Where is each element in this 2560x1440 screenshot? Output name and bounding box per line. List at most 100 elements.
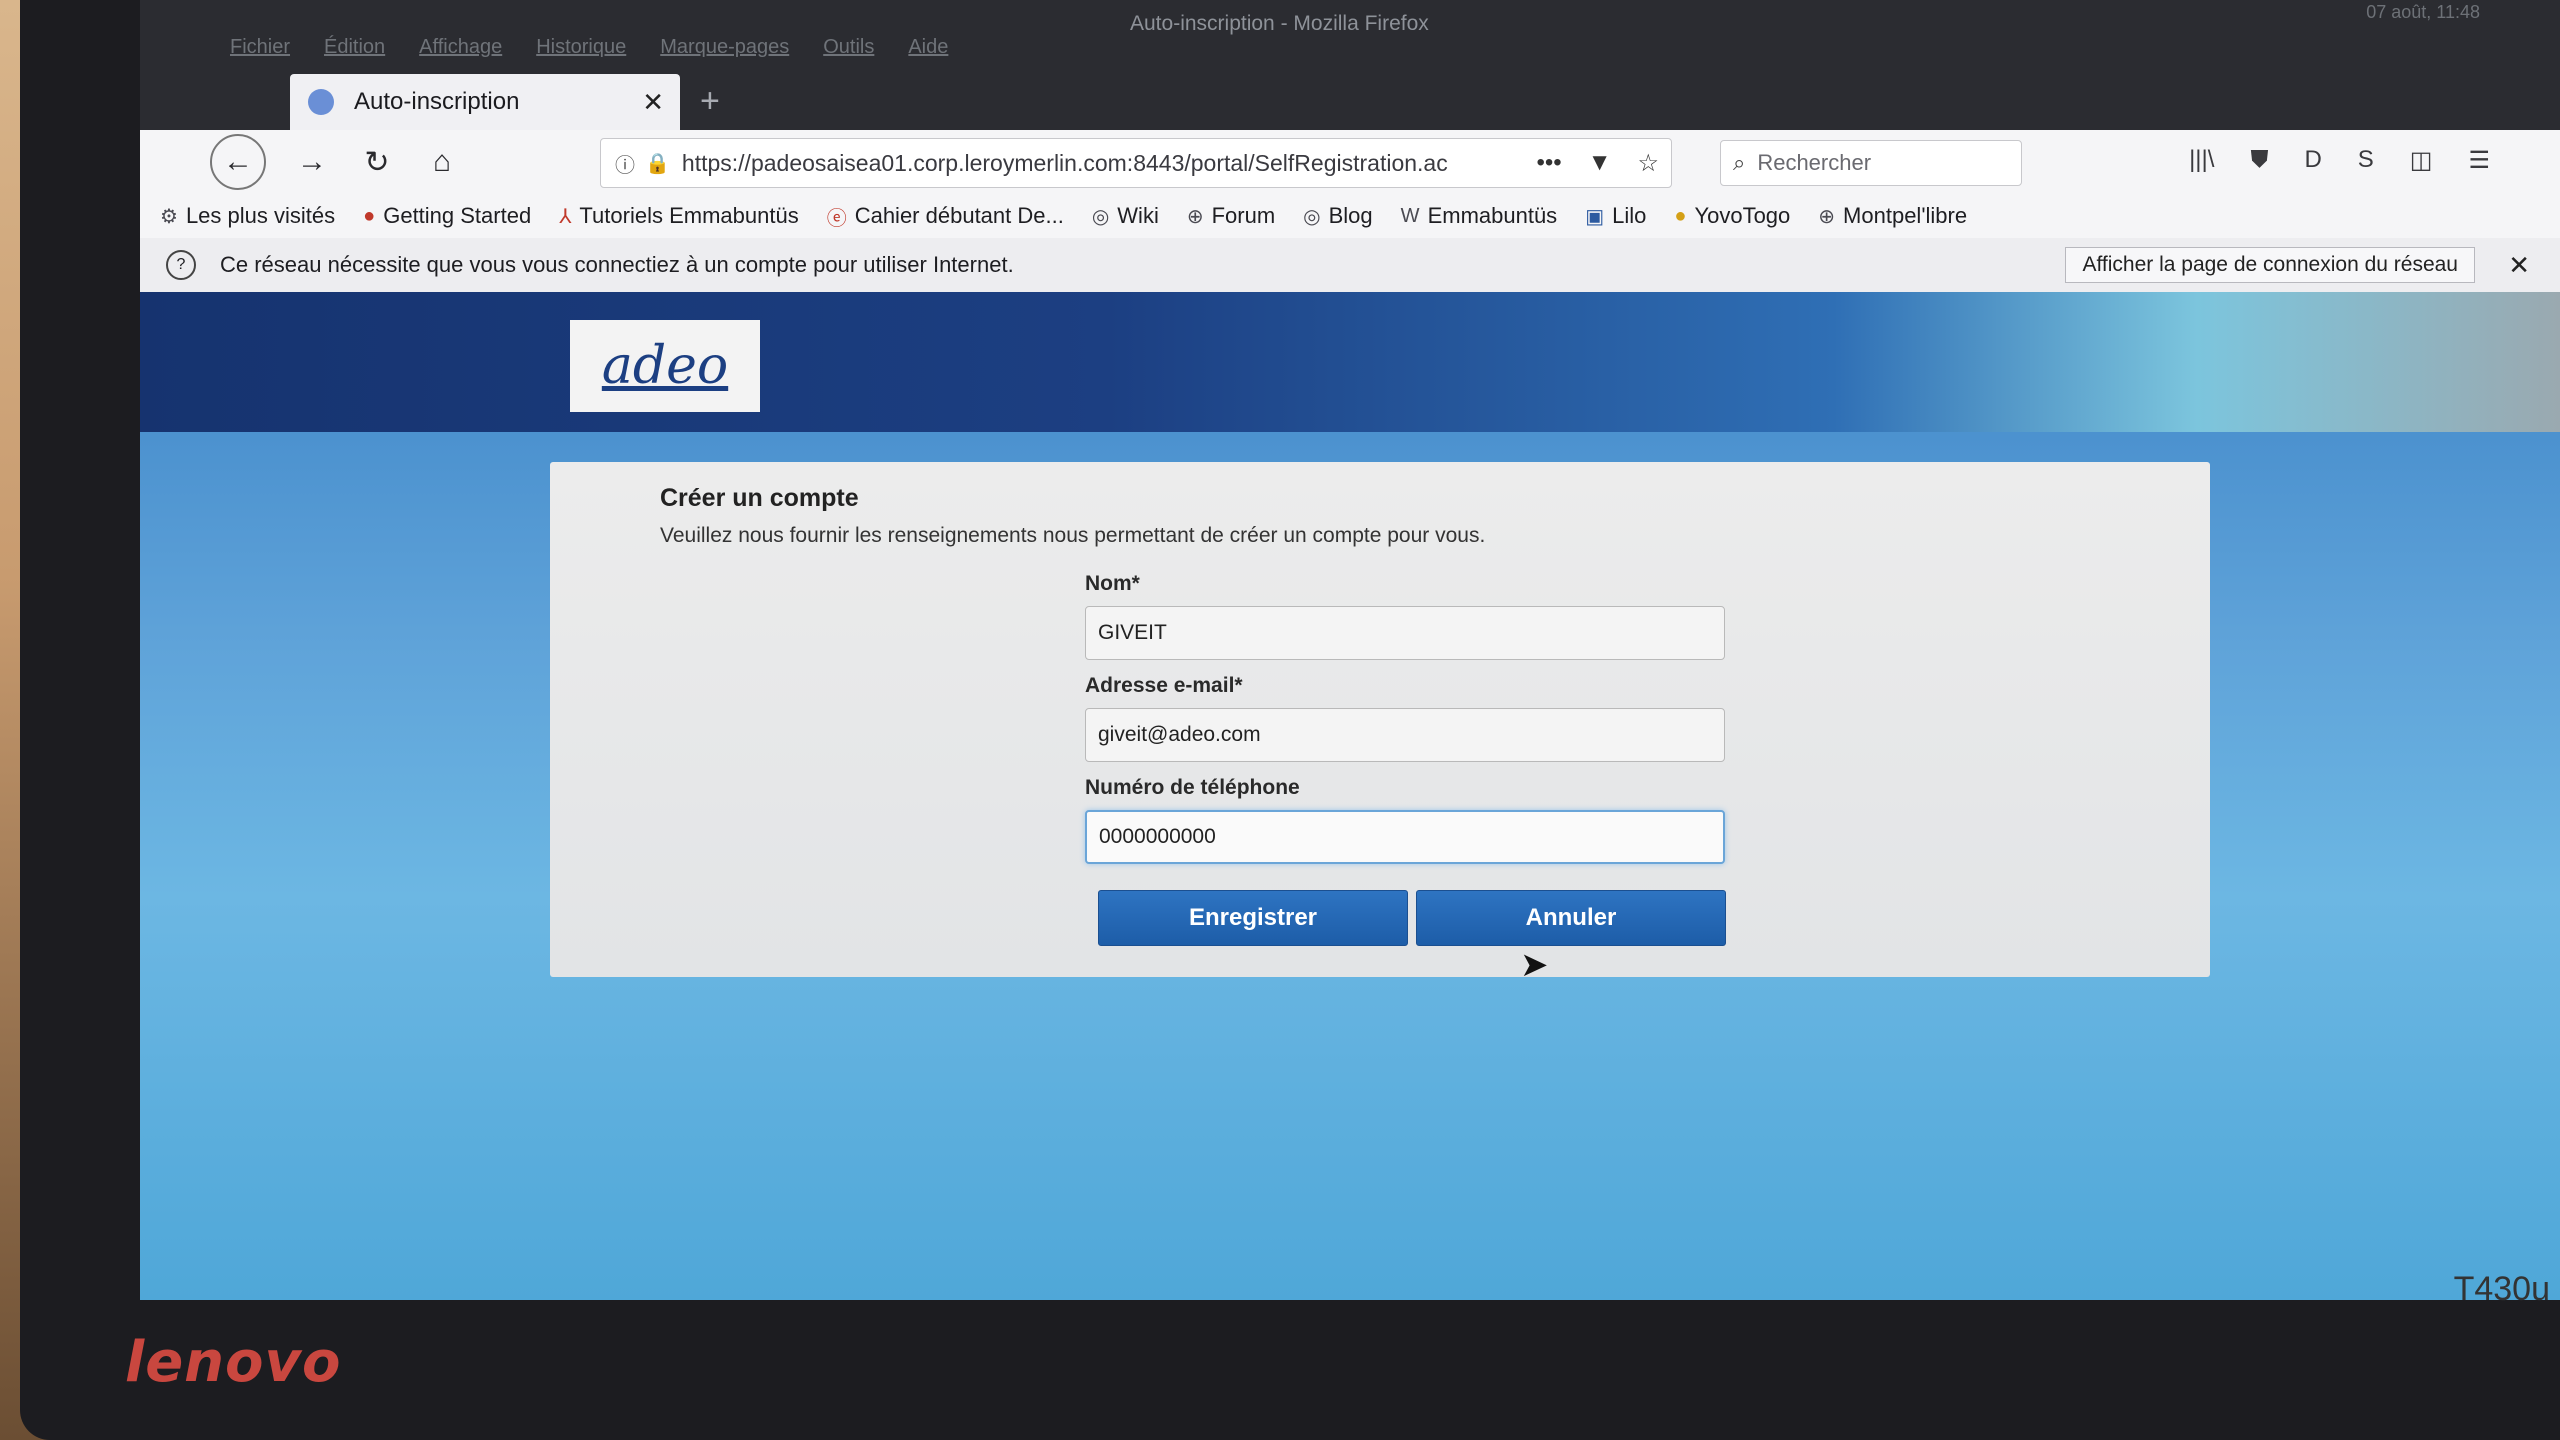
- menu-item-edition[interactable]: Édition: [324, 36, 385, 59]
- blog-icon: ◎: [1303, 205, 1321, 228]
- annuler-button[interactable]: Annuler: [1416, 890, 1726, 946]
- globe-icon: ⊕: [1818, 205, 1836, 228]
- menu-item-fichier[interactable]: Fichier: [230, 36, 290, 59]
- sidebar-icon[interactable]: ◫: [2410, 146, 2433, 175]
- mouse-cursor-icon: ➤: [1520, 946, 1549, 984]
- tab-label: Auto-inscription: [354, 88, 520, 115]
- bookmark-tutoriels[interactable]: ⅄ Tutoriels Emmabuntüs: [559, 203, 799, 229]
- notification-message: Ce réseau nécessite que vous vous connec…: [220, 252, 1014, 277]
- portal-page: adeo Créer un compte Veuillez nous fourn…: [140, 292, 2560, 1300]
- navigation-toolbar: ← → ↻ ⌂ ⓘ 🔒 https://padeosaisea01.corp.l…: [140, 130, 2560, 195]
- header-banner: adeo: [140, 292, 2560, 432]
- home-icon: ⌂: [432, 145, 452, 178]
- form-subtitle: Veuillez nous fournir les renseignements…: [660, 524, 1486, 547]
- bookmark-yovotogo[interactable]: ● YovoTogo: [1674, 203, 1790, 229]
- toolbar-icons: |||\ ⛊ D S ◫ ☰: [2189, 146, 2490, 175]
- firefox-icon: ●: [363, 204, 376, 227]
- question-icon: ?: [166, 250, 196, 280]
- menu-item-marque-pages[interactable]: Marque-pages: [660, 36, 789, 59]
- yovotogo-icon: ●: [1674, 204, 1687, 227]
- gear-icon: ⚙: [160, 205, 178, 228]
- bookmark-label: Lilo: [1612, 203, 1647, 228]
- arrow-left-icon: ←: [223, 145, 253, 178]
- close-icon[interactable]: ✕: [2508, 250, 2530, 281]
- w-icon: W: [1400, 204, 1420, 227]
- pocket-icon[interactable]: ▼: [1588, 149, 1612, 178]
- phone-label: Numéro de téléphone: [1085, 776, 1300, 799]
- captive-portal-notification: ? Ce réseau nécessite que vous vous conn…: [140, 238, 2560, 292]
- bookmark-lilo[interactable]: ▣ Lilo: [1585, 203, 1646, 229]
- window-title: Auto-inscription - Mozilla Firefox: [1130, 12, 1429, 35]
- bookmarks-bar: ⚙ Les plus visités ● Getting Started ⅄ Tuto…: [140, 194, 2560, 238]
- forward-button[interactable]: →: [290, 140, 334, 184]
- laptop-model-label: T430u: [2453, 1270, 2550, 1308]
- email-field[interactable]: [1085, 708, 1725, 762]
- wiki-icon: ◎: [1091, 205, 1110, 228]
- bookmark-label: Forum: [1211, 203, 1276, 228]
- bookmark-cahier-debutant[interactable]: ⓔ Cahier débutant De...: [827, 202, 1064, 231]
- adeo-logo: adeo: [570, 320, 760, 412]
- name-field[interactable]: [1085, 606, 1725, 660]
- url-actions: ••• ▼ ☆: [1537, 149, 1660, 178]
- bookmark-label: Getting Started: [383, 203, 532, 228]
- url-bar[interactable]: ⓘ 🔒 https://padeosaisea01.corp.leroymerl…: [600, 138, 1672, 188]
- info-icon[interactable]: ⓘ: [615, 149, 635, 178]
- search-placeholder: Rechercher: [1757, 150, 1872, 175]
- bookmark-forum[interactable]: ⊕ Forum: [1187, 203, 1275, 229]
- open-login-page-button[interactable]: Afficher la page de connexion du réseau: [2065, 247, 2475, 283]
- bookmark-label: Blog: [1328, 203, 1373, 228]
- url-text[interactable]: https://padeosaisea01.corp.leroymerlin.c…: [682, 150, 1448, 177]
- globe-icon: ⊕: [1186, 205, 1204, 228]
- bookmark-star-icon[interactable]: ☆: [1637, 149, 1659, 178]
- s-extension-icon[interactable]: S: [2358, 146, 2374, 175]
- search-input[interactable]: ⌕ Rechercher: [1720, 140, 2022, 186]
- system-clock: 07 août, 11:48: [2366, 2, 2480, 22]
- page-actions-icon[interactable]: •••: [1537, 149, 1562, 178]
- reload-button[interactable]: ↻: [355, 140, 399, 184]
- menu-item-affichage[interactable]: Affichage: [419, 36, 502, 59]
- bookmark-wiki[interactable]: ◎ Wiki: [1092, 203, 1159, 229]
- name-label: Nom*: [1085, 572, 1140, 595]
- bookmark-label: Emmabuntüs: [1427, 203, 1558, 228]
- tab-auto-inscription[interactable]: Auto-inscription ✕: [290, 74, 680, 130]
- bookmark-montpellibre[interactable]: ⊕ Montpel'libre: [1818, 203, 1967, 229]
- close-icon[interactable]: ✕: [642, 87, 664, 118]
- bookmark-label: Cahier débutant De...: [854, 203, 1064, 228]
- bookmark-label: Wiki: [1117, 203, 1159, 228]
- lilo-icon: ▣: [1585, 205, 1605, 228]
- bookmark-getting-started[interactable]: ● Getting Started: [363, 203, 531, 229]
- laptop-screen: Auto-inscription - Mozilla Firefox Fichi…: [140, 0, 2560, 1300]
- shield-icon[interactable]: ⛊: [2250, 146, 2268, 175]
- tutorial-icon: ⅄: [559, 205, 572, 228]
- bookmark-label: Montpel'libre: [1843, 203, 1968, 228]
- enregistrer-button[interactable]: Enregistrer: [1098, 890, 1408, 946]
- menu-icon[interactable]: ☰: [2468, 146, 2490, 175]
- new-tab-button[interactable]: +: [700, 82, 720, 121]
- bookmark-emmabuntus[interactable]: W Emmabuntüs: [1401, 203, 1558, 229]
- registration-form: Créer un compte Veuillez nous fournir le…: [550, 462, 2210, 977]
- search-icon: ⌕: [1733, 150, 1746, 175]
- globe-icon: [308, 89, 334, 115]
- bookmark-blog[interactable]: ◎ Blog: [1303, 203, 1373, 229]
- logo-text: adeo: [601, 336, 729, 396]
- arrow-right-icon: →: [297, 145, 327, 178]
- back-button[interactable]: ←: [210, 134, 266, 190]
- library-icon[interactable]: |||\: [2189, 146, 2214, 175]
- window-titlebar: Auto-inscription - Mozilla Firefox Fichi…: [140, 0, 2560, 70]
- email-label: Adresse e-mail*: [1085, 674, 1243, 697]
- tab-strip: Auto-inscription ✕ +: [140, 70, 2560, 130]
- menu-item-aide[interactable]: Aide: [908, 36, 948, 59]
- home-button[interactable]: ⌂: [420, 140, 464, 184]
- extension-icon[interactable]: D: [2304, 146, 2321, 175]
- bookmark-label: Tutoriels Emmabuntüs: [579, 203, 799, 228]
- menu-item-outils[interactable]: Outils: [823, 36, 874, 59]
- menu-item-historique[interactable]: Historique: [536, 36, 626, 59]
- bookmark-les-plus-visites[interactable]: ⚙ Les plus visités: [160, 203, 335, 229]
- phone-field[interactable]: [1085, 810, 1725, 864]
- bookmark-label: Les plus visités: [185, 203, 336, 228]
- reload-icon: ↻: [364, 145, 390, 179]
- bookmark-label: YovoTogo: [1694, 203, 1791, 228]
- form-title: Créer un compte: [660, 484, 859, 512]
- lock-icon[interactable]: 🔒: [645, 151, 670, 176]
- menu-bar: Fichier Édition Affichage Historique Mar…: [230, 36, 948, 59]
